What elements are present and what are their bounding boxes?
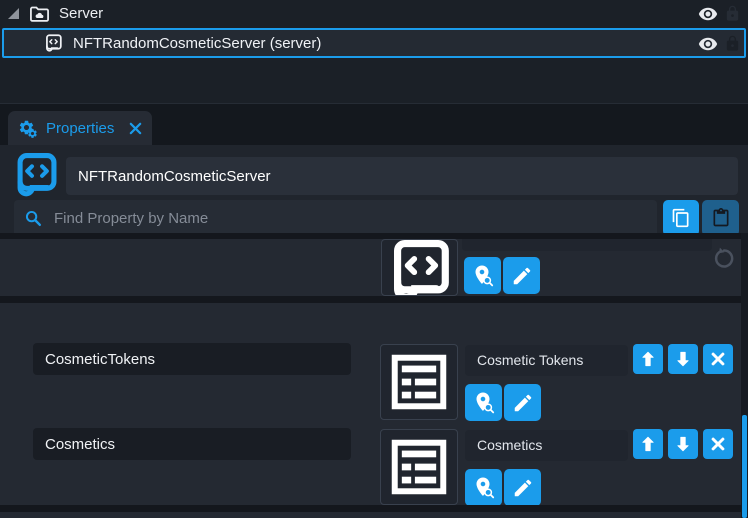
table-icon: [391, 354, 447, 410]
gear-icon: [18, 119, 38, 139]
pin-search-icon: [472, 391, 496, 415]
tab-label: Properties: [46, 120, 121, 137]
tab-strip: Properties: [0, 103, 748, 145]
remove-property-button[interactable]: [703, 344, 733, 374]
arrow-up-icon: [638, 349, 658, 369]
pencil-icon: [512, 477, 534, 499]
table-asset-slot[interactable]: [380, 344, 458, 420]
hierarchy-row-label: NFTRandomCosmeticServer (server): [73, 35, 321, 52]
hierarchy-row-label: Server: [59, 5, 103, 22]
script-asset-slot[interactable]: [381, 239, 458, 296]
move-up-button[interactable]: [633, 429, 663, 459]
edit-asset-button[interactable]: [504, 469, 541, 506]
find-asset-button[interactable]: [465, 469, 502, 506]
edit-asset-button[interactable]: [504, 384, 541, 421]
hierarchy-row-selected[interactable]: NFTRandomCosmeticServer (server): [2, 28, 746, 58]
lock-icon[interactable]: [724, 5, 741, 22]
asset-reference-label[interactable]: Cosmetics: [465, 430, 628, 461]
pencil-icon: [512, 392, 534, 414]
object-name-input[interactable]: [66, 157, 738, 195]
custom-property-name-input[interactable]: [33, 428, 351, 460]
script-icon: [44, 33, 63, 53]
tab-properties[interactable]: Properties: [8, 111, 152, 146]
search-icon: [24, 209, 43, 228]
custom-property-name-input[interactable]: [33, 343, 351, 375]
paste-icon: [711, 208, 731, 228]
move-down-button[interactable]: [668, 344, 698, 374]
move-down-button[interactable]: [668, 429, 698, 459]
pencil-icon: [511, 265, 533, 287]
find-asset-button[interactable]: [464, 257, 501, 294]
table-icon: [391, 439, 447, 495]
section-divider: [0, 296, 748, 303]
arrow-down-icon: [673, 434, 693, 454]
search-input[interactable]: [52, 209, 647, 228]
close-x-icon: [709, 350, 727, 368]
arrow-down-icon: [673, 349, 693, 369]
hierarchy-row-server[interactable]: Server: [0, 0, 748, 27]
arrow-up-icon: [638, 434, 658, 454]
find-asset-button[interactable]: [465, 384, 502, 421]
pin-search-icon: [472, 476, 496, 500]
table-asset-slot[interactable]: [380, 429, 458, 505]
copy-icon: [671, 208, 691, 228]
next-section-edge: [0, 512, 748, 518]
editor-window: Server NFTRandomCosmeticServer (server): [0, 0, 748, 518]
lock-icon[interactable]: [724, 35, 741, 52]
visibility-eye-icon[interactable]: [698, 4, 718, 24]
close-icon[interactable]: [129, 122, 142, 135]
move-up-button[interactable]: [633, 344, 663, 374]
custom-section-header: Custom: [0, 303, 748, 340]
hierarchy-panel: Server NFTRandomCosmeticServer (server): [0, 0, 748, 103]
copy-properties-button[interactable]: [663, 200, 699, 236]
close-x-icon: [709, 435, 727, 453]
property-search-box[interactable]: [14, 200, 657, 237]
asset-reference-field-partial[interactable]: [462, 239, 712, 251]
script-asset-icon: [14, 152, 58, 198]
expand-triangle-icon[interactable]: [8, 8, 19, 19]
scrollbar-thumb[interactable]: [742, 415, 747, 518]
section-divider: [0, 505, 748, 512]
scrollbar[interactable]: [741, 233, 748, 518]
reset-property-icon[interactable]: [712, 246, 736, 270]
visibility-eye-icon[interactable]: [698, 34, 718, 54]
script-icon: [389, 239, 451, 296]
remove-property-button[interactable]: [703, 429, 733, 459]
pin-search-icon: [471, 264, 495, 288]
asset-reference-label[interactable]: Cosmetic Tokens: [465, 345, 628, 376]
folder-network-icon: [29, 5, 50, 23]
edit-script-button[interactable]: [503, 257, 540, 294]
paste-properties-button[interactable]: [702, 200, 739, 236]
